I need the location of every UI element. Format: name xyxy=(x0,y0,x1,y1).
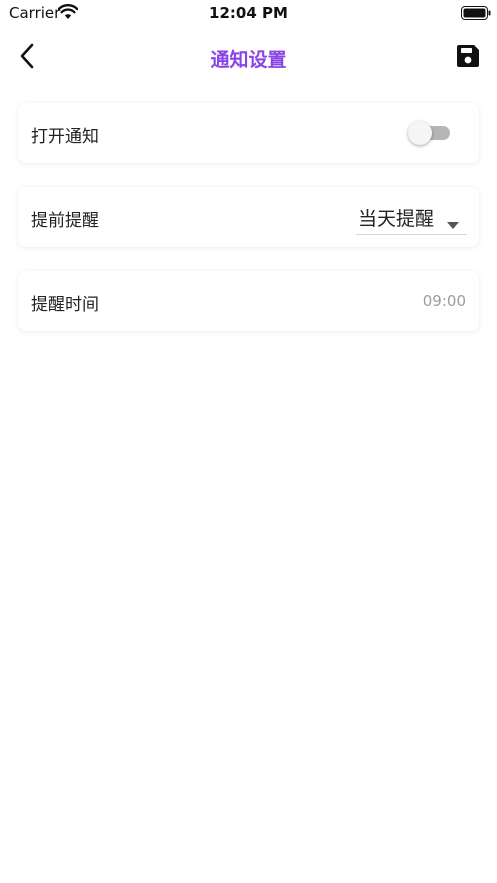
advance-reminder-label: 提前提醒 xyxy=(31,211,99,231)
advance-reminder-value: 当天提醒 xyxy=(358,208,435,230)
status-time: 12:04 PM xyxy=(209,4,288,22)
notification-label: 打开通知 xyxy=(31,127,99,147)
switch-thumb xyxy=(408,121,432,145)
advance-reminder-select[interactable]: 当天提醒 xyxy=(356,199,467,235)
battery-full-icon xyxy=(461,5,491,20)
notification-switch[interactable] xyxy=(408,121,452,145)
navigation-bar: 通知设置 xyxy=(0,30,497,86)
save-button[interactable] xyxy=(452,42,484,74)
reminder-time-row[interactable]: 提醒时间 09:00 xyxy=(18,271,479,331)
advance-reminder-row: 提前提醒 当天提醒 xyxy=(18,187,479,247)
reminder-time-value[interactable]: 09:00 xyxy=(423,292,466,310)
status-bar: Carrier 12:04 PM xyxy=(0,0,497,26)
page-title: 通知设置 xyxy=(210,49,287,71)
floppy-disk-icon xyxy=(456,44,480,72)
reminder-time-label: 提醒时间 xyxy=(31,295,99,315)
caret-down-icon xyxy=(447,214,459,229)
notification-toggle-row: 打开通知 xyxy=(18,103,479,163)
